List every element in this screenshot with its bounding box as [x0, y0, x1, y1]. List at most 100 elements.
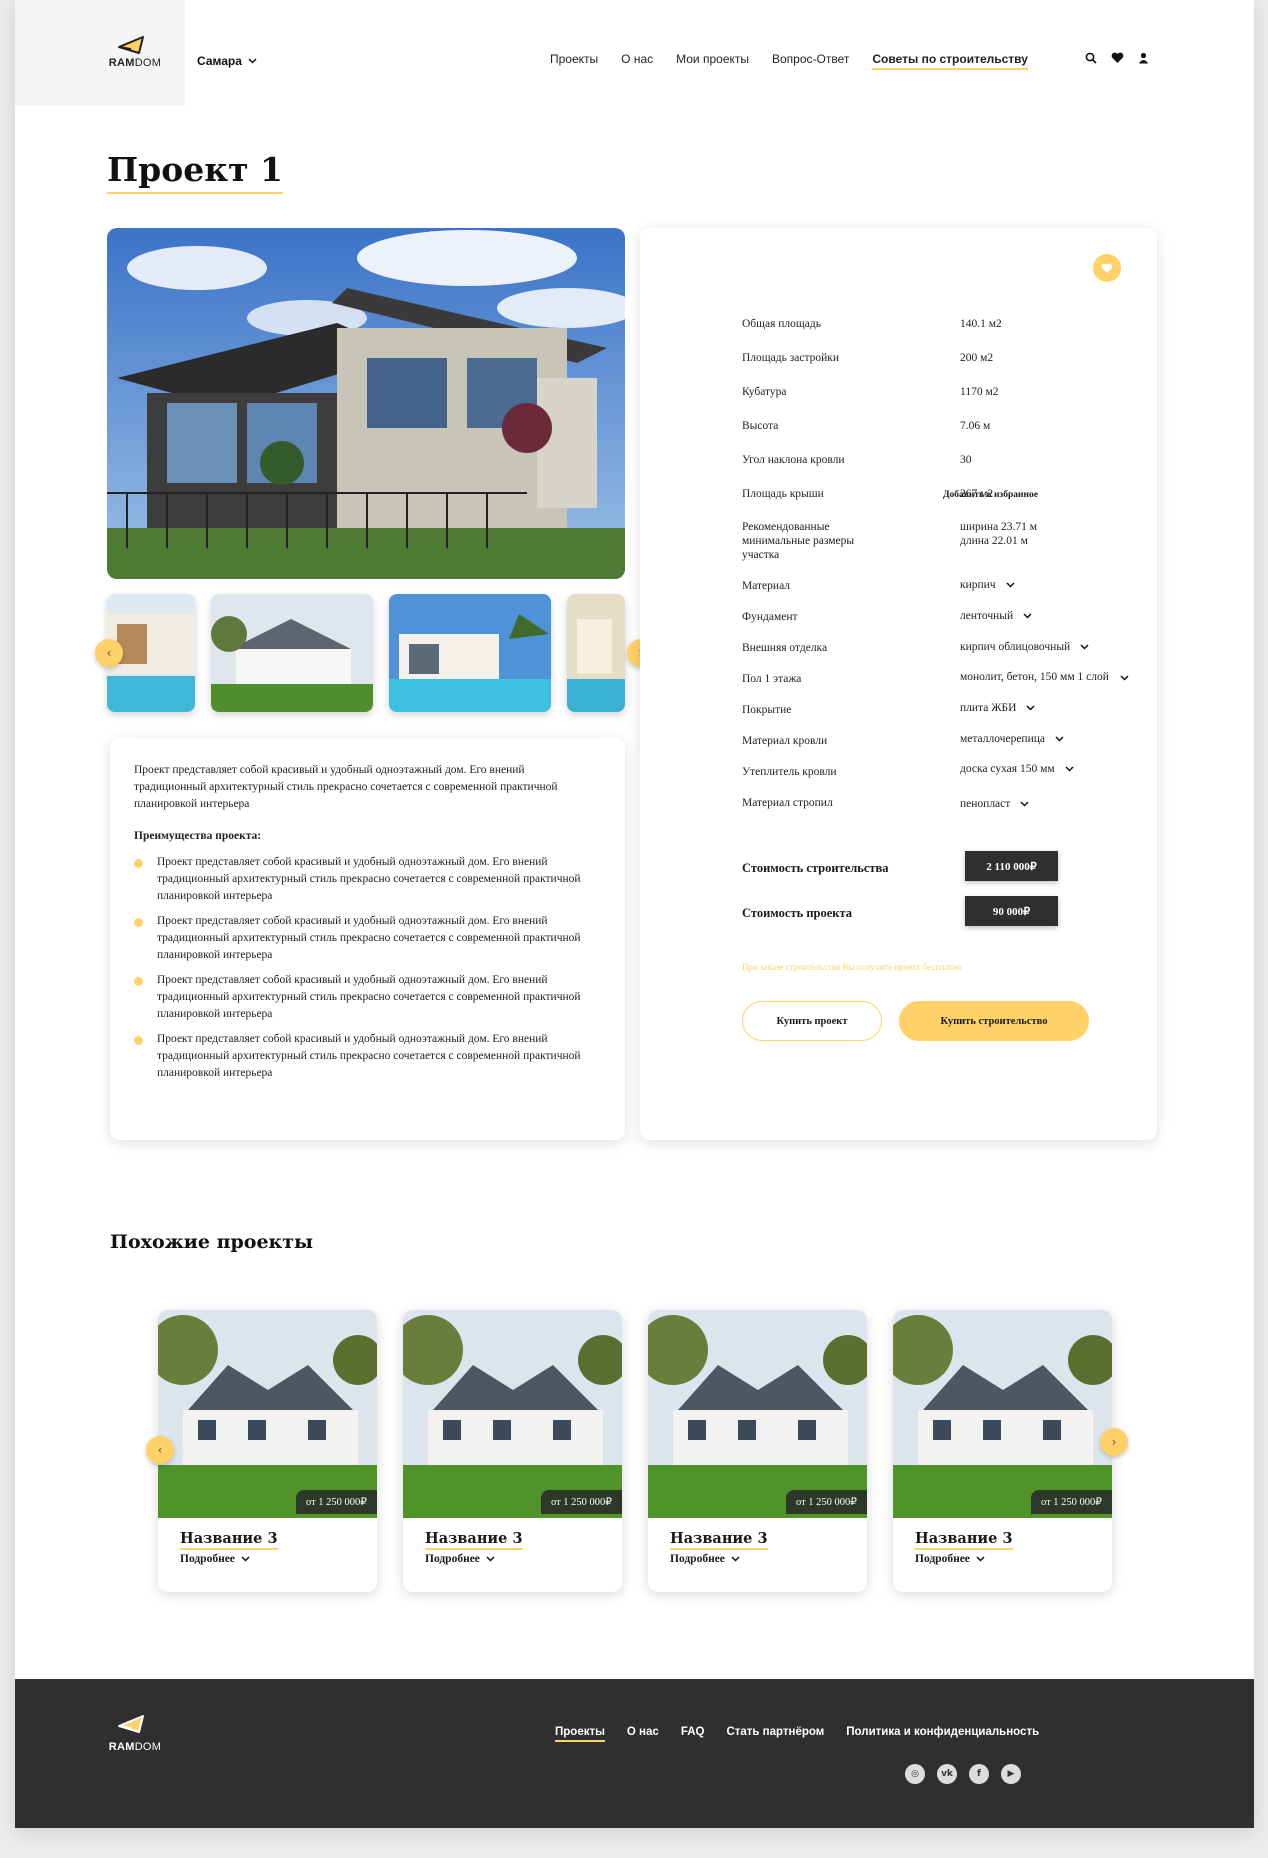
option-select-roof-material[interactable]: металлочерепица — [960, 732, 1064, 746]
card-name: Название 3 — [180, 1530, 278, 1550]
chevron-down-icon — [731, 1556, 740, 1562]
add-favorite-button[interactable] — [1093, 254, 1121, 282]
nav-item-about[interactable]: О нас — [621, 52, 653, 70]
advantage-item: Проект представляет собой красивый и удо… — [134, 972, 604, 1023]
footer-nav: Проекты О нас FAQ Стать партнёром Полити… — [555, 1726, 1039, 1742]
footer-link-privacy[interactable]: Политика и конфиденциальность — [846, 1726, 1039, 1742]
card-more-link[interactable]: Подробнее — [670, 1553, 740, 1565]
option-label: Материал стропил — [742, 797, 833, 809]
project-card[interactable]: от 1 250 000₽ Название 3 Подробнее — [158, 1310, 377, 1592]
card-more-link[interactable]: Подробнее — [425, 1553, 495, 1565]
card-more-link[interactable]: Подробнее — [915, 1553, 985, 1565]
header-icons — [1085, 52, 1149, 64]
bullet-icon — [134, 859, 143, 868]
footer-logo[interactable]: RAMDOM — [105, 1713, 165, 1753]
chevron-down-icon — [486, 1556, 495, 1562]
chevron-down-icon — [1065, 766, 1074, 772]
spec-value: 7.06 м — [960, 420, 991, 432]
card-more-link[interactable]: Подробнее — [180, 1553, 250, 1565]
option-select-roof-insulation[interactable]: доска сухая 150 мм — [960, 762, 1074, 776]
spec-value: 267 м2 — [960, 488, 994, 500]
logo-mark-icon — [118, 36, 144, 54]
city-selector[interactable]: Самара — [197, 54, 257, 68]
card-price: от 1 250 000₽ — [1030, 1490, 1112, 1514]
project-card-photo — [648, 1310, 867, 1518]
logo[interactable]: RAMDOM — [105, 34, 165, 69]
heart-icon — [1101, 263, 1113, 273]
option-label: Внешняя отделка — [742, 642, 828, 654]
chevron-right-icon: › — [1111, 1435, 1117, 1449]
card-name: Название 3 — [670, 1530, 768, 1550]
facebook-icon[interactable]: f — [969, 1764, 989, 1784]
thumbnail[interactable] — [567, 594, 625, 712]
nav-item-projects[interactable]: Проекты — [550, 52, 598, 70]
spec-value: 30 — [960, 454, 972, 466]
project-cost-label: Стоимость проекта — [742, 906, 853, 920]
chevron-left-icon: ‹ — [157, 1443, 163, 1457]
spec-label: Рекомендованные минимальные размеры учас… — [742, 521, 855, 561]
project-cost-value: 90 000₽ — [965, 896, 1058, 926]
thumbnail[interactable] — [211, 594, 373, 712]
logo-mark-icon — [118, 1715, 144, 1733]
project-card[interactable]: от 1 250 000₽ Название 3 Подробнее — [403, 1310, 622, 1592]
buy-project-button[interactable]: Купить проект — [742, 1001, 882, 1041]
page-title: Проект 1 — [107, 150, 283, 194]
nav-item-my-projects[interactable]: Мои проекты — [676, 52, 749, 70]
card-price: от 1 250 000₽ — [785, 1490, 867, 1514]
user-icon[interactable] — [1138, 52, 1149, 64]
option-select-floor[interactable]: монолит, бетон, 150 мм 1 слой — [960, 671, 1145, 683]
social-links: ◎ vk f ▶ — [905, 1764, 1021, 1784]
youtube-icon[interactable]: ▶ — [1001, 1764, 1021, 1784]
option-select-exterior[interactable]: кирпич облицовочный — [960, 640, 1089, 654]
option-select-material[interactable]: кирпич — [960, 578, 1015, 592]
project-description: Проект представляет собой красивый и удо… — [134, 764, 558, 810]
main-photo[interactable] — [107, 228, 625, 579]
chevron-down-icon — [248, 58, 257, 64]
city-label: Самара — [197, 54, 242, 68]
instagram-icon[interactable]: ◎ — [905, 1764, 925, 1784]
description-card: Проект представляет собой красивый и удо… — [110, 738, 625, 1140]
spec-value: 140.1 м2 — [960, 318, 1002, 330]
spec-label: Площадь застройки — [742, 352, 840, 364]
spec-label: Высота — [742, 420, 779, 432]
option-label: Покрытие — [742, 704, 792, 716]
footer-link-faq[interactable]: FAQ — [681, 1726, 705, 1742]
buy-construction-button[interactable]: Купить строительство — [899, 1001, 1089, 1041]
gallery-prev-button[interactable]: ‹ — [95, 639, 123, 667]
search-icon[interactable] — [1085, 52, 1097, 64]
chevron-down-icon — [1080, 644, 1089, 650]
spec-value: 200 м2 — [960, 352, 994, 364]
option-select-slab[interactable]: плита ЖБИ — [960, 701, 1035, 715]
advantages-title: Преимущества проекта: — [134, 830, 262, 842]
project-card[interactable]: от 1 250 000₽ Название 3 Подробнее — [648, 1310, 867, 1592]
heart-icon[interactable] — [1111, 52, 1124, 64]
nav-item-tips[interactable]: Советы по строительству — [872, 52, 1028, 70]
chevron-down-icon — [1120, 675, 1129, 681]
similar-prev-button[interactable]: ‹ — [146, 1436, 174, 1464]
footer-link-about[interactable]: О нас — [627, 1726, 659, 1742]
photo-thumbnails — [107, 594, 625, 712]
project-card[interactable]: от 1 250 000₽ Название 3 Подробнее — [893, 1310, 1112, 1592]
spec-value: 1170 м2 — [960, 386, 999, 398]
option-label: Утеплитель кровли — [742, 766, 837, 778]
similar-title: Похожие проекты — [110, 1231, 314, 1253]
project-card-photo — [893, 1310, 1112, 1518]
bullet-icon — [134, 1036, 143, 1045]
chevron-down-icon — [1006, 582, 1015, 588]
nav-item-faq[interactable]: Вопрос-Ответ — [772, 52, 849, 70]
spec-label: Кубатура — [742, 386, 787, 398]
footer-link-partner[interactable]: Стать партнёром — [726, 1726, 824, 1742]
spec-value: ширина 23.71 м длина 22.01 м — [960, 521, 1038, 547]
option-select-rafters[interactable]: пенопласт — [960, 797, 1029, 811]
option-label: Фундамент — [742, 611, 798, 623]
card-name: Название 3 — [915, 1530, 1013, 1550]
option-select-foundation[interactable]: ленточный — [960, 609, 1032, 623]
thumbnail[interactable] — [389, 594, 551, 712]
construction-cost-label: Стоимость строительства — [742, 861, 889, 875]
spec-label: Угол наклона кровли — [742, 454, 845, 466]
project-card-photo — [158, 1310, 377, 1518]
footer-link-projects[interactable]: Проекты — [555, 1726, 605, 1742]
vk-icon[interactable]: vk — [937, 1764, 957, 1784]
similar-next-button[interactable]: › — [1100, 1428, 1128, 1456]
advantage-item: Проект представляет собой красивый и удо… — [134, 1031, 604, 1082]
